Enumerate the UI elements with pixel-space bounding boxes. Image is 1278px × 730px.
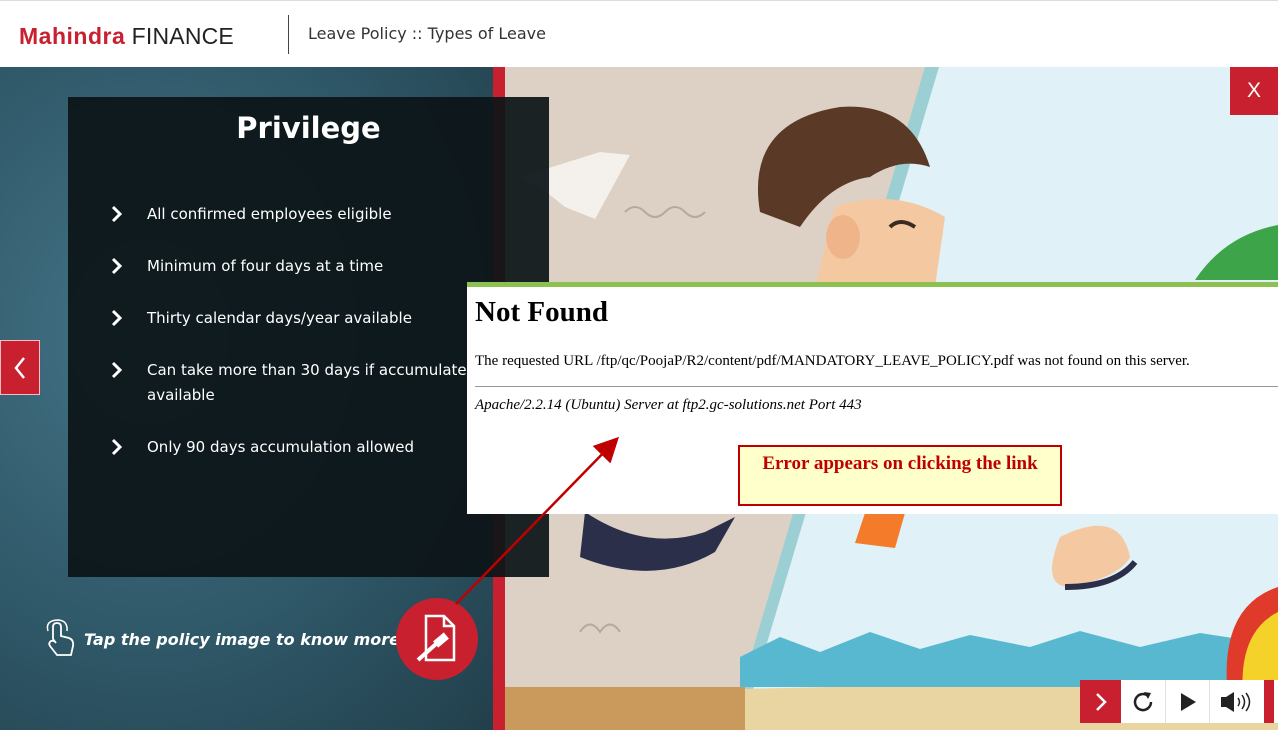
list-item: Minimum of four days at a time	[108, 254, 548, 279]
list-item-text: Thirty calendar days/year available	[147, 309, 412, 327]
audio-button[interactable]	[1210, 680, 1264, 723]
replay-button[interactable]	[1121, 680, 1166, 723]
chevron-right-icon	[111, 205, 123, 223]
error-message: The requested URL /ftp/qc/PoojaP/R2/cont…	[475, 353, 1190, 369]
list-item-text: Minimum of four days at a time	[147, 257, 384, 275]
chevron-left-icon	[14, 356, 25, 379]
close-button[interactable]: X	[1230, 67, 1278, 115]
tap-hand-icon	[46, 619, 75, 656]
logo-suffix: FINANCE	[131, 23, 234, 49]
chevron-right-icon	[111, 361, 123, 379]
chevron-right-icon	[1095, 692, 1107, 711]
header-divider	[288, 15, 289, 54]
top-bar: Mahindra FINANCE Leave Policy :: Types o…	[0, 0, 1278, 67]
error-divider	[475, 386, 1278, 387]
next-button[interactable]	[1080, 680, 1121, 723]
controls-edge	[1264, 680, 1274, 723]
server-signature: Apache/2.2.14 (Ubuntu) Server at ftp2.gc…	[475, 397, 862, 413]
list-item-text: Only 90 days accumulation allowed	[147, 438, 415, 456]
replay-icon	[1133, 691, 1153, 711]
player-controls	[1080, 680, 1278, 723]
tap-hint: Tap the policy image to know more.	[42, 619, 406, 659]
chevron-right-icon	[111, 257, 123, 275]
logo-brand: Mahindra	[19, 23, 126, 49]
tap-hint-text: Tap the policy image to know more.	[84, 629, 407, 649]
policy-document-icon	[416, 614, 456, 662]
list-item-text: Can take more than 30 days if accumulate…	[147, 361, 522, 404]
list-item-text: All confirmed employees eligible	[147, 205, 392, 223]
play-button[interactable]	[1166, 680, 1210, 723]
previous-button[interactable]	[0, 340, 40, 395]
chevron-right-icon	[111, 309, 123, 327]
chevron-right-icon	[111, 438, 123, 456]
mahindra-finance-logo: Mahindra FINANCE	[19, 21, 234, 51]
play-icon	[1180, 692, 1196, 711]
audio-icon	[1221, 691, 1251, 712]
breadcrumb: Leave Policy :: Types of Leave	[308, 24, 546, 43]
error-title: Not Found	[475, 296, 608, 328]
panel-title: Privilege	[236, 111, 381, 145]
list-item: All confirmed employees eligible	[108, 202, 548, 227]
annotation-callout: Error appears on clicking the link	[738, 445, 1062, 506]
policy-document-button[interactable]	[396, 598, 478, 680]
